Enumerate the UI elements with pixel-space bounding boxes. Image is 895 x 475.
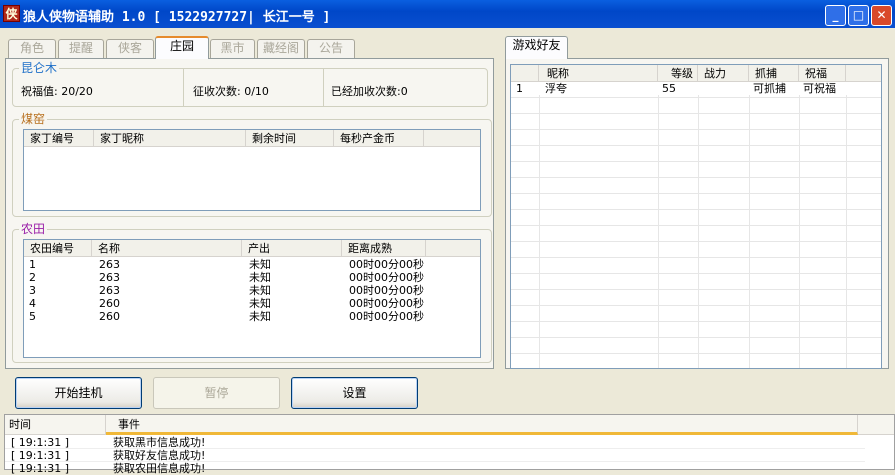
kunlun-title: 昆仑木 bbox=[19, 59, 60, 76]
col-event[interactable]: 事件 bbox=[106, 415, 858, 435]
col-field-id[interactable]: 农田编号 bbox=[24, 240, 92, 257]
added-count: 已经加收次数:0 bbox=[331, 85, 408, 98]
manor-panel: 祝福值: 20/20 征收次数: 0/10 已经加收次数:0 昆仑木 家丁编号 … bbox=[5, 58, 494, 369]
tab-manor[interactable]: 庄园 bbox=[155, 36, 209, 59]
mine-title: 煤窑 bbox=[19, 110, 48, 127]
tab-library[interactable]: 藏经阁 bbox=[257, 39, 305, 58]
mine-list-header: 家丁编号 家丁昵称 剩余时间 每秒产金币 bbox=[24, 130, 480, 147]
farm-title: 农田 bbox=[19, 220, 48, 237]
col-gold-per-sec[interactable]: 每秒产金币 bbox=[334, 130, 424, 147]
farm-list[interactable]: 农田编号 名称 产出 距离成熟 1 263 未知 00时00分00秒 2 263 未知 00… bbox=[23, 239, 481, 358]
friends-list[interactable]: 昵称 等级 战力 抓捕 祝福 1 浮夸 55 可抓捕 可祝福 bbox=[510, 64, 882, 369]
tab-notice[interactable]: 公告 bbox=[307, 39, 355, 58]
col-remaining-time[interactable]: 剩余时间 bbox=[246, 130, 334, 147]
col-index[interactable] bbox=[511, 65, 539, 82]
settings-button[interactable]: 设置 bbox=[291, 377, 418, 409]
farm-rows: 1 263 未知 00时00分00秒 2 263 未知 00时00分00秒 3 263 未知 00… bbox=[24, 258, 480, 323]
start-button[interactable]: 开始挂机 bbox=[15, 377, 142, 409]
title-bar[interactable]: 侠 狼人侠物语辅助 1.0 [ 1522927727| 长江一号 ] _ □ ✕ bbox=[0, 0, 895, 28]
table-row[interactable]: 1 浮夸 55 可抓捕 可祝福 bbox=[511, 82, 881, 95]
tab-friends[interactable]: 游戏好友 bbox=[505, 36, 568, 59]
col-time[interactable]: 时间 bbox=[5, 415, 106, 435]
col-field-name[interactable]: 名称 bbox=[92, 240, 242, 257]
mine-group: 家丁编号 家丁昵称 剩余时间 每秒产金币 bbox=[12, 119, 492, 217]
collect-count: 征收次数: 0/10 bbox=[193, 85, 269, 98]
table-row[interactable]: 3 263 未知 00时00分00秒 bbox=[24, 284, 480, 297]
table-row[interactable]: 4 260 未知 00时00分00秒 bbox=[24, 297, 480, 310]
pause-button[interactable]: 暂停 bbox=[153, 377, 280, 409]
kunlun-group: 祝福值: 20/20 征收次数: 0/10 已经加收次数:0 bbox=[12, 68, 488, 107]
mine-list[interactable]: 家丁编号 家丁昵称 剩余时间 每秒产金币 bbox=[23, 129, 481, 211]
friends-panel: 昵称 等级 战力 抓捕 祝福 1 浮夸 55 可抓捕 可祝福 bbox=[505, 58, 889, 369]
log-list[interactable]: 时间 事件 [ 19:1:31 ] 获取黑市信息成功! [ 19:1:31 ] 获取… bbox=[4, 414, 895, 475]
col-level[interactable]: 等级 bbox=[658, 65, 698, 82]
window-title: 狼人侠物语辅助 1.0 [ 1522927727| 长江一号 ] bbox=[23, 10, 331, 25]
tab-heroes[interactable]: 侠客 bbox=[106, 39, 154, 58]
col-servant-id[interactable]: 家丁编号 bbox=[24, 130, 94, 147]
col-bless[interactable]: 祝福 bbox=[799, 65, 846, 82]
farm-list-header: 农田编号 名称 产出 距离成熟 bbox=[24, 240, 480, 257]
maximize-button[interactable]: □ bbox=[848, 5, 869, 26]
tab-black-market[interactable]: 黑市 bbox=[210, 39, 255, 58]
log-row[interactable]: [ 19:1:31 ] 获取黑市信息成功! bbox=[5, 436, 865, 449]
farm-group: 农田编号 名称 产出 距离成熟 1 263 未知 00时00分00秒 2 263 未知 00… bbox=[12, 229, 492, 363]
log-row[interactable]: [ 19:1:31 ] 获取农田信息成功! bbox=[5, 462, 865, 475]
log-rows: [ 19:1:31 ] 获取黑市信息成功! [ 19:1:31 ] 获取好友信息成功… bbox=[5, 436, 865, 475]
friends-list-header: 昵称 等级 战力 抓捕 祝福 bbox=[511, 65, 881, 82]
table-row[interactable]: 1 263 未知 00时00分00秒 bbox=[24, 258, 480, 271]
col-servant-name[interactable]: 家丁昵称 bbox=[94, 130, 246, 147]
col-power[interactable]: 战力 bbox=[698, 65, 749, 82]
tab-reminder[interactable]: 提醒 bbox=[58, 39, 104, 58]
log-row[interactable]: [ 19:1:31 ] 获取好友信息成功! bbox=[5, 449, 865, 462]
table-row[interactable]: 5 260 未知 00时00分00秒 bbox=[24, 310, 480, 323]
col-output[interactable]: 产出 bbox=[242, 240, 342, 257]
col-nickname[interactable]: 昵称 bbox=[539, 65, 658, 82]
close-button[interactable]: ✕ bbox=[871, 5, 892, 26]
col-maturity[interactable]: 距离成熟 bbox=[342, 240, 426, 257]
log-header: 时间 事件 bbox=[5, 415, 894, 435]
tab-role[interactable]: 角色 bbox=[8, 39, 56, 58]
app-icon: 侠 bbox=[3, 5, 20, 22]
minimize-button[interactable]: _ bbox=[825, 5, 846, 26]
blessing-value: 祝福值: 20/20 bbox=[21, 85, 93, 98]
col-capture[interactable]: 抓捕 bbox=[749, 65, 799, 82]
table-row[interactable]: 2 263 未知 00时00分00秒 bbox=[24, 271, 480, 284]
